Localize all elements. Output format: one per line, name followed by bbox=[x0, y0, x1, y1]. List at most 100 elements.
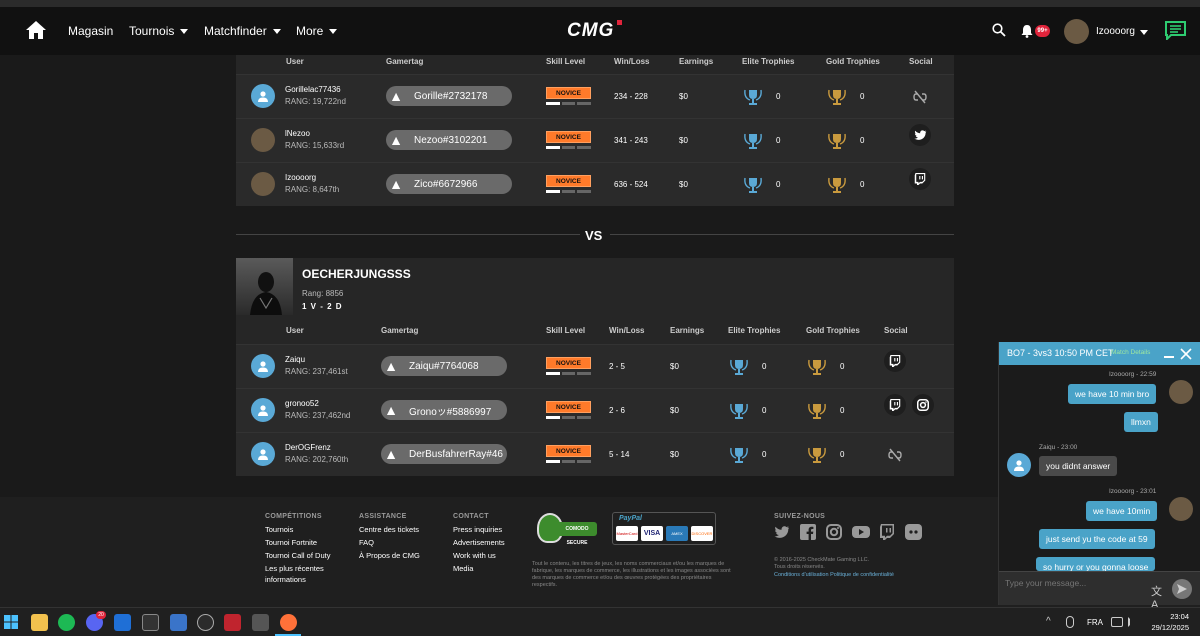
player-name[interactable]: gronoo52 bbox=[285, 399, 319, 408]
game-platform-icon: ▲ bbox=[389, 88, 403, 104]
avatar[interactable] bbox=[251, 128, 275, 152]
gamertag-pill[interactable]: ▲ DerBusfahrerRay#46 bbox=[381, 444, 507, 464]
footer-link[interactable]: Les plus récentes bbox=[265, 564, 324, 573]
twitch-icon[interactable] bbox=[884, 394, 906, 416]
instagram-icon[interactable] bbox=[826, 524, 842, 540]
table-row[interactable]: DerOGFrenz RANG: 202,760th ▲ DerBusfahrerRa… bbox=[236, 432, 954, 476]
home-icon[interactable] bbox=[26, 21, 46, 39]
unlink-icon[interactable] bbox=[909, 86, 931, 108]
avatar[interactable] bbox=[251, 172, 275, 196]
twitch-icon[interactable] bbox=[909, 168, 931, 190]
app-icon[interactable] bbox=[224, 614, 241, 631]
close-icon[interactable] bbox=[1180, 347, 1192, 360]
username[interactable]: Izoooorg bbox=[1096, 26, 1135, 37]
clock-time[interactable]: 23:04 bbox=[1165, 612, 1189, 621]
footer-link[interactable]: Advertisements bbox=[453, 538, 505, 547]
file-explorer-icon[interactable] bbox=[31, 614, 48, 631]
minimize-icon[interactable] bbox=[1164, 356, 1174, 358]
player-name[interactable]: Izoooorg bbox=[285, 173, 316, 182]
app-icon[interactable] bbox=[170, 614, 187, 631]
table-row[interactable]: Izoooorg RANG: 8,647th ▲ Zico#6672966 NOVICE… bbox=[236, 162, 954, 206]
gamertag-pill[interactable]: ▲ Gronoッ#5886997 bbox=[381, 400, 507, 420]
microphone-icon[interactable] bbox=[1066, 616, 1074, 628]
spotify-icon[interactable] bbox=[58, 614, 75, 631]
footer-link[interactable]: FAQ bbox=[359, 538, 374, 547]
avatar[interactable] bbox=[1064, 19, 1089, 44]
table-row[interactable]: gronoo52 RANG: 237,462nd ▲ Gronoッ#5886997 NO… bbox=[236, 388, 954, 432]
match-details-link[interactable]: Match Details bbox=[1111, 349, 1150, 356]
skill-bars bbox=[546, 146, 592, 149]
windows-start-icon[interactable] bbox=[4, 615, 18, 629]
avatar[interactable] bbox=[251, 84, 275, 108]
facebook-icon[interactable] bbox=[800, 524, 816, 540]
footer-link[interactable]: Work with us bbox=[453, 551, 496, 560]
chat-icon[interactable] bbox=[1165, 21, 1186, 42]
footer-link[interactable]: Centre des tickets bbox=[359, 525, 419, 534]
team-name[interactable]: OECHERJUNGSSS bbox=[302, 267, 411, 281]
chat-header[interactable]: BO7 - 3vs3 10:50 PM CET Match Details bbox=[999, 342, 1200, 365]
nav-magasin[interactable]: Magasin bbox=[68, 24, 113, 38]
gamertag-pill[interactable]: ▲ Gorille#2732178 bbox=[386, 86, 512, 106]
avatar[interactable] bbox=[251, 354, 275, 378]
app-icon[interactable] bbox=[142, 614, 159, 631]
unlink-icon[interactable] bbox=[884, 444, 906, 466]
table-row[interactable]: lNezoo RANG: 15,633rd ▲ Nezoo#3102201 NOVICE… bbox=[236, 118, 954, 162]
footer-link[interactable]: Media bbox=[453, 564, 473, 573]
gamertag-pill[interactable]: ▲ Nezoo#3102201 bbox=[386, 130, 512, 150]
footer-link[interactable]: Tournoi Call of Duty bbox=[265, 551, 330, 560]
team-logo[interactable] bbox=[236, 258, 293, 315]
footer-link[interactable]: Tournoi Fortnite bbox=[265, 538, 317, 547]
footer-link[interactable]: Tournois bbox=[265, 525, 293, 534]
clock-date[interactable]: 29/12/2025 bbox=[1147, 623, 1189, 632]
table-row[interactable]: Gorillelac77436 RANG: 19,722nd ▲ Gorille#27… bbox=[236, 74, 954, 118]
game-platform-icon: ▲ bbox=[384, 358, 398, 374]
volume-icon[interactable] bbox=[1128, 617, 1138, 627]
gamertag-pill[interactable]: ▲ Zaiqu#7764068 bbox=[381, 356, 507, 376]
monitor-icon[interactable] bbox=[1111, 617, 1123, 627]
avatar bbox=[1169, 380, 1193, 404]
amex-logo: AMEX bbox=[666, 526, 688, 541]
language-indicator[interactable]: FRA bbox=[1087, 618, 1103, 627]
gold-trophy-count: 0 bbox=[860, 180, 865, 189]
send-icon[interactable] bbox=[1172, 579, 1192, 599]
twitter-icon[interactable] bbox=[909, 124, 931, 146]
footer-link[interactable]: informations bbox=[265, 575, 306, 584]
skill-level: NOVICE bbox=[546, 357, 592, 375]
chevron-down-icon[interactable] bbox=[1140, 30, 1148, 35]
chat-input[interactable] bbox=[1005, 576, 1145, 590]
instagram-icon[interactable] bbox=[912, 394, 934, 416]
chevron-down-icon bbox=[180, 28, 189, 34]
avatar[interactable] bbox=[251, 442, 275, 466]
chat-panel: BO7 - 3vs3 10:50 PM CET Match Details Iz… bbox=[998, 342, 1200, 611]
footer-link[interactable]: Press inquiries bbox=[453, 525, 502, 534]
gamertag-pill[interactable]: ▲ Zico#6672966 bbox=[386, 174, 512, 194]
player-name[interactable]: Gorillelac77436 bbox=[285, 85, 341, 94]
cmg-logo[interactable]: CMG bbox=[567, 20, 614, 42]
chat-message: so hurry or you gonna loose bbox=[1036, 557, 1156, 571]
translate-icon[interactable]: 文A bbox=[1151, 583, 1166, 611]
nav-tournois[interactable]: Tournois bbox=[129, 24, 189, 38]
nav-matchfinder[interactable]: Matchfinder bbox=[204, 24, 281, 38]
twitter-icon[interactable] bbox=[774, 524, 790, 540]
message-meta: Izoooorg - 23:01 bbox=[1109, 488, 1157, 495]
app-icon[interactable] bbox=[114, 614, 131, 631]
terms-link[interactable]: Conditions d'utilisation Politique de co… bbox=[774, 572, 894, 578]
chevron-up-icon[interactable]: ^ bbox=[1046, 616, 1051, 627]
firefox-icon[interactable] bbox=[280, 614, 297, 631]
avatar[interactable] bbox=[251, 398, 275, 422]
search-icon[interactable] bbox=[992, 23, 1006, 37]
app-icon[interactable] bbox=[197, 614, 214, 631]
nav-more[interactable]: More bbox=[296, 24, 338, 38]
table-row[interactable]: Zaiqu RANG: 237,461st ▲ Zaiqu#7764068 NOVICE… bbox=[236, 344, 954, 388]
footer-contact-title: CONTACT bbox=[453, 513, 489, 520]
twitch-icon[interactable] bbox=[884, 350, 906, 372]
discord-icon[interactable] bbox=[905, 524, 922, 540]
bell-icon[interactable] bbox=[1020, 24, 1034, 38]
youtube-icon[interactable] bbox=[852, 524, 870, 540]
twitch-icon[interactable] bbox=[879, 524, 895, 540]
player-name[interactable]: DerOGFrenz bbox=[285, 443, 331, 452]
player-name[interactable]: lNezoo bbox=[285, 129, 310, 138]
call-of-duty-icon[interactable] bbox=[252, 614, 269, 631]
footer-link[interactable]: À Propos de CMG bbox=[359, 551, 420, 560]
player-name[interactable]: Zaiqu bbox=[285, 355, 305, 364]
